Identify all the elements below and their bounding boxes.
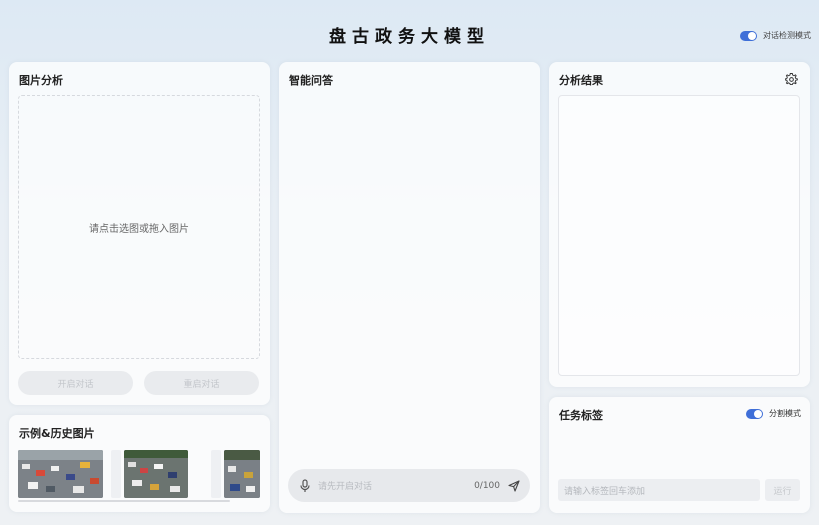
history-thumbnail[interactable] <box>224 450 260 498</box>
image-analysis-title: 图片分析 <box>19 74 63 87</box>
gear-icon[interactable] <box>785 73 798 86</box>
send-icon[interactable] <box>508 479 520 492</box>
analysis-result-title: 分析结果 <box>559 74 603 87</box>
image-dropzone[interactable]: 请点击选图或拖入图片 <box>18 95 260 359</box>
traffic-photo-icon <box>18 450 103 498</box>
history-thumbnail[interactable] <box>124 450 188 498</box>
traffic-photo-icon <box>124 450 188 498</box>
restart-dialog-button[interactable]: 重启对话 <box>144 371 259 395</box>
chat-title: 智能问答 <box>289 74 333 87</box>
tag-input[interactable]: 请输入标签回车添加 <box>558 479 760 501</box>
task-tags-panel: 任务标签 分割模式 请输入标签回车添加 运行 <box>549 397 810 513</box>
analysis-result-panel: 分析结果 <box>549 62 810 387</box>
toggle-switch[interactable] <box>746 408 764 419</box>
char-counter: 0/100 <box>474 480 500 491</box>
start-dialog-button[interactable]: 开启对话 <box>18 371 133 395</box>
thumbnail-placeholder <box>111 450 121 498</box>
chat-input-placeholder[interactable]: 请先开启对话 <box>318 479 474 492</box>
dropzone-text: 请点击选图或拖入图片 <box>89 223 189 235</box>
segmentation-toggle-label: 分割模式 <box>769 409 801 418</box>
microphone-icon[interactable] <box>298 478 312 493</box>
history-thumbnail[interactable] <box>18 450 103 498</box>
chat-panel: 智能问答 请先开启对话 0/100 <box>279 62 540 513</box>
run-button[interactable]: 运行 <box>765 479 800 501</box>
history-images-title: 示例&历史图片 <box>19 427 95 440</box>
chat-input-bar[interactable]: 请先开启对话 0/100 <box>288 469 530 502</box>
dialog-detect-toggle-label: 对话检测模式 <box>763 31 811 40</box>
app-title: 盘古政务大模型 <box>329 27 490 47</box>
thumbnail-placeholder <box>211 450 221 498</box>
segmentation-toggle[interactable]: 分割模式 <box>746 408 801 419</box>
toggle-switch[interactable] <box>740 30 758 41</box>
analysis-result-box <box>558 95 800 376</box>
image-analysis-panel: 图片分析 请点击选图或拖入图片 开启对话 重启对话 <box>9 62 270 405</box>
horizontal-scrollbar[interactable] <box>18 500 230 502</box>
dialog-detect-toggle[interactable]: 对话检测模式 <box>740 30 811 41</box>
task-tags-title: 任务标签 <box>559 409 603 422</box>
history-images-panel: 示例&历史图片 <box>9 415 270 512</box>
traffic-photo-icon <box>224 450 260 498</box>
